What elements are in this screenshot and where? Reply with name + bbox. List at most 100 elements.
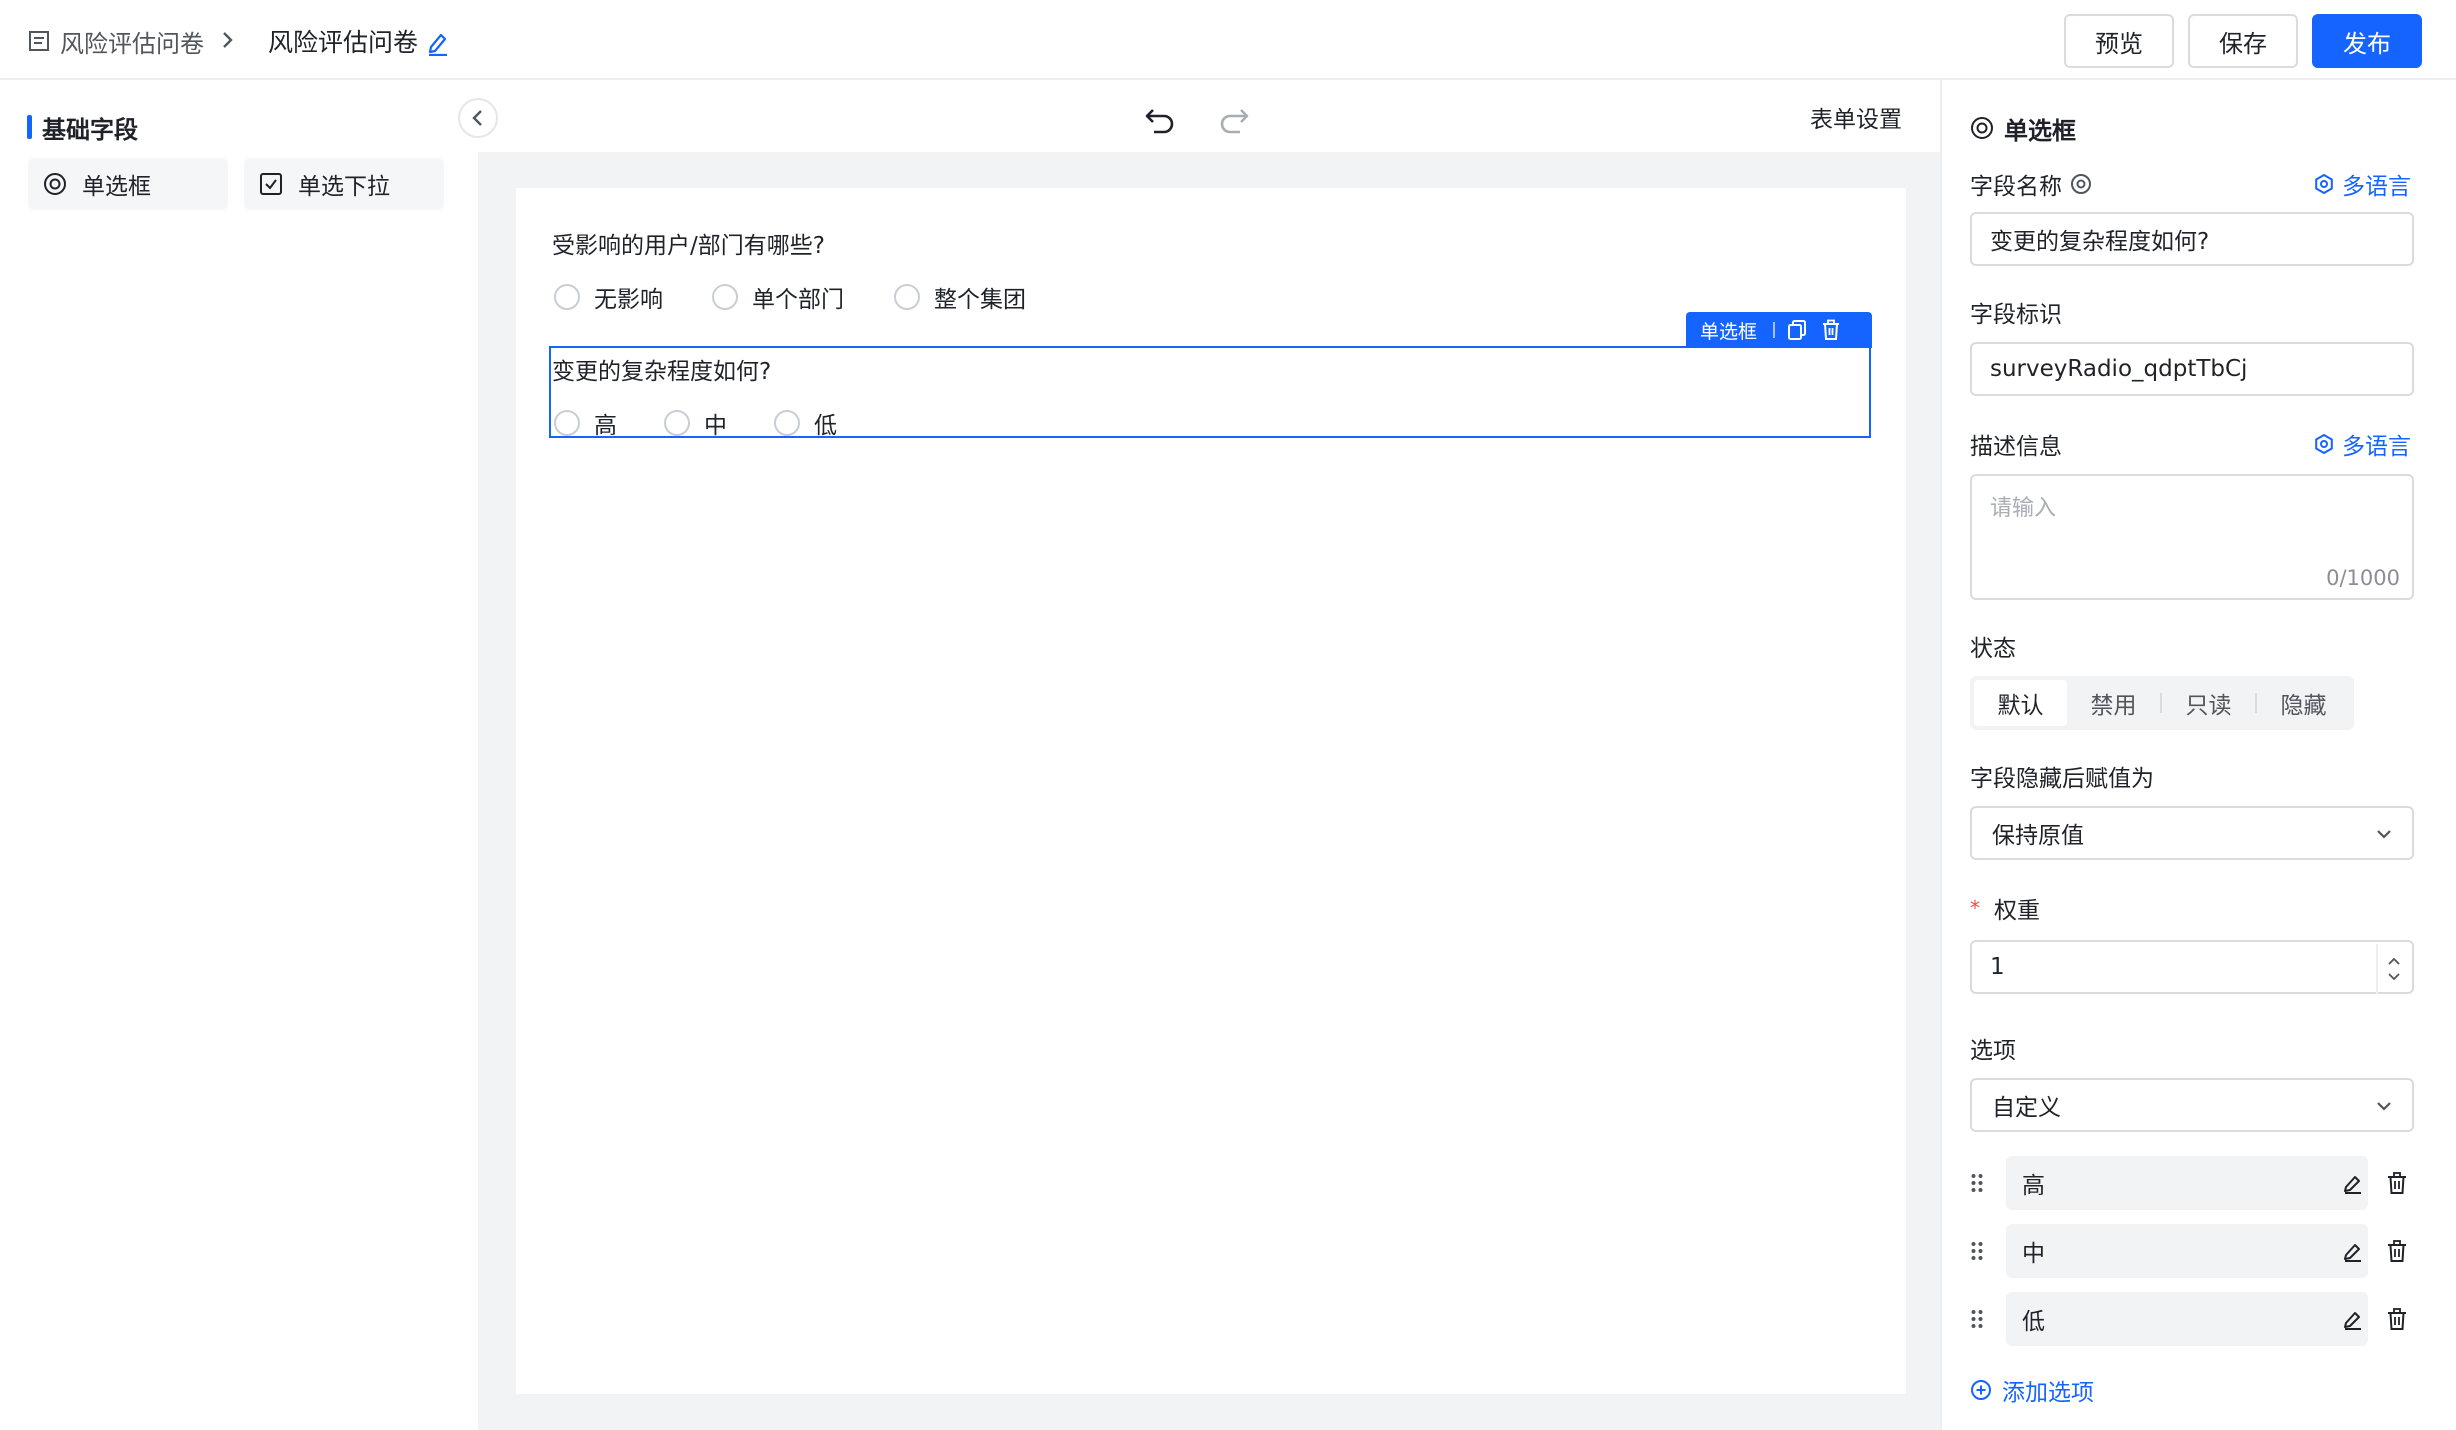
- options-source-selected: 自定义: [1992, 1095, 2061, 1121]
- field-name-label: 字段名称: [1970, 168, 2092, 200]
- chevron-right-icon: [218, 28, 238, 52]
- multilang-label: 多语言: [2342, 434, 2411, 460]
- radio-option[interactable]: 高: [554, 406, 617, 440]
- field-chip-label: 单选框: [82, 174, 151, 200]
- drag-handle-icon[interactable]: [1970, 1172, 1984, 1194]
- form-doc-icon: [28, 30, 50, 52]
- status-label: 状态: [1970, 636, 2016, 662]
- weight-input[interactable]: 1: [1970, 940, 2414, 994]
- field-id-input[interactable]: surveyRadio_qdptTbCj: [1970, 342, 2414, 396]
- breadcrumb-root[interactable]: 风险评估问卷: [28, 24, 204, 58]
- radio-option-label: 单个部门: [752, 287, 844, 313]
- chevron-up-icon[interactable]: [2387, 956, 2401, 966]
- radio-circle-icon: [664, 410, 690, 436]
- trash-icon[interactable]: [2386, 1307, 2408, 1331]
- copy-icon[interactable]: [1787, 319, 1807, 341]
- gear-icon: [2314, 174, 2334, 194]
- checkbox-icon: [258, 171, 284, 197]
- description-counter: 0/1000: [2326, 566, 2400, 590]
- properties-title: 单选框: [1970, 112, 2076, 145]
- radio-option[interactable]: 中: [664, 406, 727, 440]
- weight-label-text: 权重: [1994, 898, 2040, 924]
- eye-icon[interactable]: [2070, 173, 2092, 195]
- option-item-label[interactable]: 高: [2006, 1156, 2368, 1210]
- radio-option-label: 无影响: [594, 287, 663, 313]
- field-name-label-text: 字段名称: [1970, 174, 2062, 200]
- radio-option[interactable]: 单个部门: [712, 280, 844, 314]
- collapse-panel-button[interactable]: [458, 98, 498, 138]
- chevron-down-icon: [2374, 824, 2394, 844]
- radio-circle-icon: [774, 410, 800, 436]
- edit-icon[interactable]: [2342, 1308, 2364, 1330]
- radio-option[interactable]: 无影响: [554, 280, 663, 314]
- radio-icon: [1970, 116, 1994, 140]
- options-label: 选项: [1970, 1038, 2016, 1064]
- plus-circle-icon: [1970, 1379, 1992, 1401]
- radio-circle-icon: [894, 284, 920, 310]
- trash-icon[interactable]: [2386, 1171, 2408, 1195]
- radio-option[interactable]: 整个集团: [894, 280, 1026, 314]
- hidden-value-label: 字段隐藏后赋值为: [1970, 766, 2154, 792]
- status-option-hidden[interactable]: 隐藏: [2257, 680, 2350, 726]
- radio-circle-icon: [712, 284, 738, 310]
- selected-field-tag: 单选框: [1686, 312, 1872, 348]
- publish-button[interactable]: 发布: [2312, 14, 2422, 68]
- edit-icon[interactable]: [2342, 1172, 2364, 1194]
- field-library-panel: [0, 80, 478, 1430]
- save-button[interactable]: 保存: [2188, 14, 2298, 68]
- add-option-button[interactable]: 添加选项: [1970, 1374, 2094, 1406]
- description-label: 描述信息: [1970, 434, 2062, 460]
- description-textarea[interactable]: 请输入 0/1000: [1970, 474, 2414, 600]
- radio-icon: [42, 171, 68, 197]
- redo-icon[interactable]: [1218, 104, 1250, 134]
- status-option-disabled[interactable]: 禁用: [2067, 680, 2160, 726]
- radio-circle-icon: [554, 410, 580, 436]
- drag-handle-icon[interactable]: [1970, 1240, 1984, 1262]
- option-item-row: 低: [1970, 1292, 2414, 1346]
- radio-option-label: 整个集团: [934, 287, 1026, 313]
- radio-option-label: 低: [814, 413, 837, 439]
- gear-icon: [2314, 434, 2334, 454]
- radio-option[interactable]: 低: [774, 406, 837, 440]
- trash-icon[interactable]: [2386, 1239, 2408, 1263]
- question-title: 受影响的用户/部门有哪些?: [552, 233, 825, 259]
- option-item-label[interactable]: 中: [2006, 1224, 2368, 1278]
- question-title: 变更的复杂程度如何?: [552, 359, 772, 385]
- preview-button[interactable]: 预览: [2064, 14, 2174, 68]
- field-chip-dropdown[interactable]: 单选下拉: [244, 158, 444, 210]
- radio-option-label: 高: [594, 413, 617, 439]
- chevron-down-icon[interactable]: [2387, 972, 2401, 982]
- selected-field-type: 单选框: [1700, 320, 1758, 343]
- radio-circle-icon: [554, 284, 580, 310]
- status-option-default[interactable]: 默认: [1974, 680, 2068, 726]
- multilang-link-description[interactable]: 多语言: [2314, 428, 2411, 460]
- breadcrumb-root-label: 风险评估问卷: [60, 29, 204, 58]
- chevron-down-icon: [2374, 1096, 2394, 1116]
- field-id-label: 字段标识: [1970, 302, 2062, 328]
- option-item-label[interactable]: 低: [2006, 1292, 2368, 1346]
- multilang-label: 多语言: [2342, 174, 2411, 200]
- undo-icon[interactable]: [1144, 104, 1176, 134]
- status-option-readonly[interactable]: 只读: [2162, 680, 2255, 726]
- add-option-label: 添加选项: [2002, 1380, 2094, 1406]
- edit-icon[interactable]: [2342, 1240, 2364, 1262]
- field-chip-label: 单选下拉: [298, 174, 390, 200]
- weight-value: 1: [1990, 954, 2005, 980]
- options-source-select[interactable]: 自定义: [1970, 1078, 2414, 1132]
- field-chip-radio[interactable]: 单选框: [28, 158, 228, 210]
- canvas-toolbar: [478, 80, 1940, 152]
- edit-title-icon[interactable]: [426, 30, 450, 56]
- field-name-input[interactable]: 变更的复杂程度如何?: [1970, 212, 2414, 266]
- basic-fields-title: 基础字段: [42, 115, 138, 144]
- multilang-link-name[interactable]: 多语言: [2314, 168, 2411, 200]
- section-accent-bar: [27, 115, 32, 139]
- hidden-value-select[interactable]: 保持原值: [1970, 806, 2414, 860]
- option-item-row: 中: [1970, 1224, 2414, 1278]
- weight-label: * 权重: [1970, 892, 2040, 924]
- form-settings-link[interactable]: 表单设置: [1810, 100, 1902, 134]
- trash-icon[interactable]: [1821, 319, 1841, 341]
- weight-stepper[interactable]: [2376, 944, 2410, 994]
- breadcrumb-current: 风险评估问卷: [268, 28, 419, 57]
- required-mark: *: [1970, 896, 1980, 920]
- drag-handle-icon[interactable]: [1970, 1308, 1984, 1330]
